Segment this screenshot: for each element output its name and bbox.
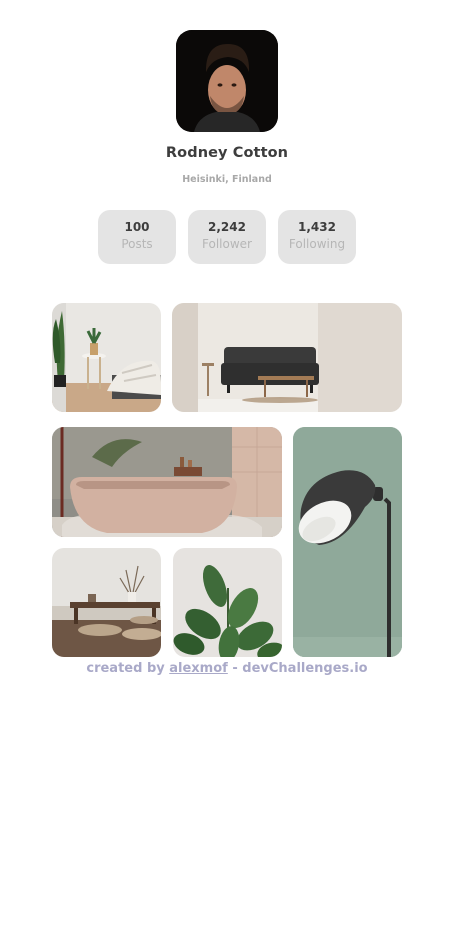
- gallery-photo-lamp[interactable]: [293, 427, 402, 657]
- stat-value: 100: [124, 220, 150, 234]
- gallery-photo-sofa[interactable]: [172, 303, 402, 412]
- avatar-photo: [176, 30, 278, 132]
- stat-label: Follower: [202, 237, 252, 251]
- footer-prefix: created by: [86, 661, 170, 676]
- stat-label: Posts: [121, 237, 153, 251]
- gallery-photo-living-corner[interactable]: [52, 303, 161, 412]
- stat-label: Following: [288, 237, 346, 251]
- gallery-photo-rubber-plant[interactable]: [173, 548, 282, 657]
- footer-credit: created by alexmof - devChallenges.io: [0, 661, 454, 676]
- gallery-photo-bathtub[interactable]: [52, 427, 282, 537]
- stat-value: 1,432: [298, 220, 336, 234]
- footer-suffix: - devChallenges.io: [227, 661, 368, 676]
- stat-followers[interactable]: 2,242 Follower: [188, 210, 266, 264]
- profile-name: Rodney Cotton: [165, 145, 289, 161]
- stat-following[interactable]: 1,432 Following: [278, 210, 356, 264]
- profile-location: Heisinki, Finland: [182, 174, 272, 185]
- stat-posts[interactable]: 100 Posts: [98, 210, 176, 264]
- stat-value: 2,242: [208, 220, 246, 234]
- gallery-photo-low-table[interactable]: [52, 548, 161, 657]
- avatar: [176, 30, 278, 132]
- author-link[interactable]: alexmof: [169, 661, 228, 676]
